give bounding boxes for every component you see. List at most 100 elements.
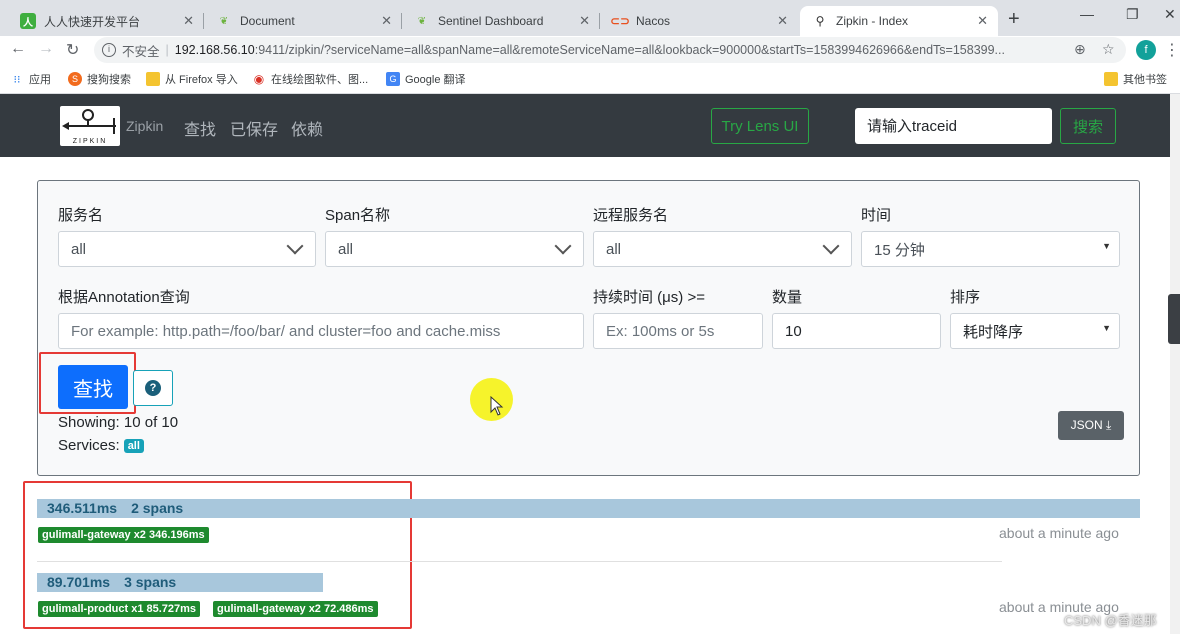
- services-label: Services:: [58, 437, 120, 454]
- result-divider: [37, 561, 1002, 562]
- time-value: 15 分钟: [874, 241, 925, 259]
- bookmark-label: 在线绘图软件、图...: [271, 74, 369, 86]
- sort-select[interactable]: 耗时降序 ▼: [950, 313, 1120, 349]
- close-tab-icon[interactable]: ✕: [183, 13, 194, 29]
- mouse-pointer-icon: [490, 396, 504, 416]
- remote-service-select[interactable]: all: [593, 231, 852, 267]
- help-button[interactable]: ?: [133, 370, 173, 406]
- zipkin-icon: ⚲: [815, 14, 825, 28]
- tab-zipkin[interactable]: ⚲ Zipkin - Index ✕: [800, 6, 998, 36]
- trace-duration: 346.511ms: [47, 500, 118, 516]
- bookmark-firefox-import[interactable]: 从 Firefox 导入: [146, 71, 238, 87]
- nav-find[interactable]: 查找: [184, 116, 216, 140]
- span-name-select[interactable]: all: [325, 231, 584, 267]
- caret-down-icon: ▼: [1102, 323, 1111, 333]
- tab-sentinel[interactable]: ❦ Sentinel Dashboard ✕: [402, 6, 600, 36]
- csdn-watermark: CSDN @香迷那: [1064, 613, 1157, 628]
- browser-menu-icon[interactable]: ⋮: [1164, 40, 1180, 60]
- window-close-icon[interactable]: ✕: [1164, 6, 1176, 23]
- limit-input[interactable]: 10: [772, 313, 941, 349]
- zipkin-logo[interactable]: ZIPKIN: [60, 106, 120, 146]
- find-button[interactable]: 查找: [58, 365, 128, 409]
- bookmark-other[interactable]: 其他书签: [1104, 71, 1167, 87]
- service-name-label: 服务名: [58, 207, 104, 224]
- sort-value: 耗时降序: [963, 323, 1024, 341]
- address-bar[interactable]: i 不安全 | 192.168.56.10 :9411/zipkin/?serv…: [94, 37, 1126, 63]
- zipkin-header: ZIPKIN Zipkin 查找 已保存 依赖 Try Lens UI 搜索: [0, 94, 1170, 157]
- browser-tab-strip: 人 人人快速开发平台 ✕ ❦ Document ✕ ❦ Sentinel Das…: [0, 0, 1180, 36]
- page-scrollbar[interactable]: [1170, 94, 1180, 634]
- question-icon: ?: [145, 380, 161, 396]
- bookmark-sogou[interactable]: S 搜狗搜索: [68, 71, 131, 87]
- forward-icon[interactable]: →: [38, 40, 54, 58]
- insecure-label: 不安全: [122, 44, 160, 59]
- trace-timestamp: about a minute ago: [999, 525, 1119, 541]
- showing-count: Showing: 10 of 10: [58, 414, 179, 431]
- annotation-query-label: 根据Annotation查询: [58, 289, 190, 306]
- time-label: 时间: [861, 207, 892, 224]
- sort-label: 排序: [950, 289, 981, 306]
- trace-duration-bar[interactable]: 89.701ms 3 spans: [37, 573, 323, 592]
- traceid-input[interactable]: [855, 108, 1052, 144]
- close-tab-icon[interactable]: ✕: [777, 13, 788, 29]
- side-drawer-handle[interactable]: [1168, 294, 1180, 344]
- new-tab-button[interactable]: +: [1008, 8, 1020, 31]
- bookmark-label: 搜狗搜索: [87, 74, 131, 86]
- tab-title: Sentinel Dashboard: [438, 14, 544, 28]
- chevron-down-icon: [286, 237, 304, 255]
- tab-title: 人人快速开发平台: [44, 14, 141, 29]
- leaf-icon: ❦: [219, 15, 229, 27]
- json-download-button[interactable]: JSON ⤓: [1058, 411, 1124, 440]
- close-tab-icon[interactable]: ✕: [381, 13, 392, 29]
- bookmark-label: 应用: [29, 74, 51, 86]
- service-tag[interactable]: gulimall-gateway x2 346.196ms: [38, 527, 209, 543]
- time-select[interactable]: 15 分钟 ▼: [861, 231, 1120, 267]
- service-name-value: all: [71, 240, 87, 258]
- chrome-icon: ◉: [253, 72, 265, 86]
- info-icon[interactable]: i: [102, 43, 116, 57]
- span-name-label: Span名称: [325, 207, 391, 224]
- back-icon[interactable]: ←: [10, 40, 26, 58]
- annotation-query-input[interactable]: [58, 313, 584, 349]
- duration-input[interactable]: [593, 313, 763, 349]
- bookmark-star-icon[interactable]: ☆: [1102, 41, 1115, 58]
- services-summary: Services: all: [58, 437, 144, 454]
- trace-duration-bar[interactable]: 346.511ms 2 spans: [37, 499, 1140, 518]
- remote-service-value: all: [606, 240, 622, 258]
- profile-avatar[interactable]: f: [1136, 40, 1156, 60]
- tab-document[interactable]: ❦ Document ✕: [204, 6, 402, 36]
- sogou-icon: S: [68, 72, 82, 86]
- url-host: 192.168.56.10: [174, 43, 255, 57]
- tab-title: Nacos: [636, 14, 671, 28]
- bookmark-google-translate[interactable]: G Google 翻译: [386, 71, 466, 87]
- try-lens-ui-button[interactable]: Try Lens UI: [711, 108, 809, 144]
- limit-label: 数量: [772, 289, 803, 306]
- close-tab-icon[interactable]: ✕: [579, 13, 590, 29]
- traceid-search-button[interactable]: 搜索: [1060, 108, 1116, 144]
- tab-renren[interactable]: 人 人人快速开发平台 ✕: [8, 6, 204, 36]
- services-badge[interactable]: all: [123, 438, 144, 453]
- close-tab-icon[interactable]: ✕: [977, 13, 988, 29]
- caret-down-icon: ▼: [1102, 241, 1111, 251]
- bookmark-label: Google 翻译: [405, 74, 466, 86]
- service-name-select[interactable]: all: [58, 231, 316, 267]
- bookmark-drawing[interactable]: ◉ 在线绘图软件、图...: [252, 71, 368, 87]
- duration-label: 持续时间 (μs) >=: [593, 289, 705, 306]
- translate-icon: G: [386, 72, 400, 86]
- reload-icon[interactable]: ↻: [66, 40, 79, 60]
- nav-saved[interactable]: 已保存: [230, 116, 278, 140]
- chevron-down-icon: [822, 237, 840, 255]
- maximize-icon[interactable]: ❐: [1126, 6, 1139, 23]
- service-tag[interactable]: gulimall-product x1 85.727ms: [38, 601, 201, 617]
- bookmarks-bar: ⁝⁝ 应用 S 搜狗搜索 从 Firefox 导入 ◉ 在线绘图软件、图... …: [0, 64, 1180, 94]
- zoom-icon[interactable]: ⊕: [1074, 41, 1086, 58]
- folder-icon: [1104, 72, 1118, 86]
- bookmark-label: 其他书签: [1123, 74, 1167, 86]
- service-tag[interactable]: gulimall-gateway x2 72.486ms: [213, 601, 378, 617]
- tab-nacos[interactable]: ⊂⊃ Nacos ✕: [600, 6, 798, 36]
- brand-name[interactable]: Zipkin: [126, 118, 163, 134]
- minimize-icon[interactable]: —: [1080, 6, 1094, 22]
- bookmark-apps[interactable]: ⁝⁝ 应用: [10, 71, 52, 87]
- zipkin-logo-icon: ZIPKIN: [62, 109, 116, 145]
- nav-dependencies[interactable]: 依赖: [291, 116, 323, 140]
